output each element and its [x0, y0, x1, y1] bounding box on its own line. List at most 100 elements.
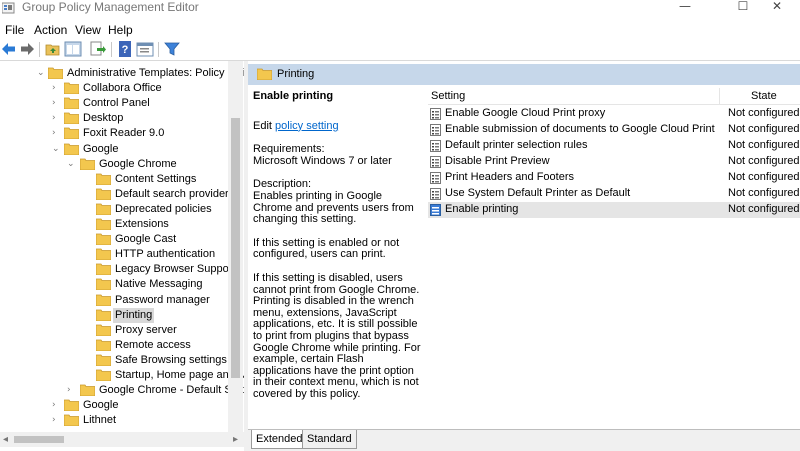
tree-item-label[interactable]: Lithnet	[81, 413, 118, 428]
tree-item[interactable]: Extensions	[0, 217, 240, 232]
expand-chevron-icon[interactable]: ›	[52, 96, 62, 111]
tree-item[interactable]: Google Cast	[0, 232, 240, 247]
expand-chevron-icon[interactable]: ›	[52, 413, 62, 428]
tree-item[interactable]: Default search provider	[0, 187, 240, 202]
tab-extended[interactable]: Extended	[251, 430, 308, 449]
minimize-button[interactable]: —	[662, 0, 708, 16]
tree-item[interactable]: Printing	[0, 307, 240, 323]
tree-item-label[interactable]: Google Chrome	[97, 157, 179, 172]
tree-item-label[interactable]: Legacy Browser Support	[113, 262, 237, 277]
folder-icon	[95, 173, 112, 186]
collapse-chevron-icon[interactable]: ⌄	[52, 142, 62, 157]
tree-item[interactable]: ⌄ Google Chrome	[0, 157, 240, 172]
expand-chevron-icon[interactable]: ›	[52, 111, 62, 126]
tree-item[interactable]: Password manager	[0, 293, 240, 308]
view-tabs: Extended Standard	[248, 429, 800, 451]
settings-list-row[interactable]: Default printer selection rules Not confi…	[428, 138, 800, 154]
folder-icon	[95, 218, 112, 231]
tree-item-label[interactable]: Deprecated policies	[113, 202, 214, 217]
column-separator[interactable]	[719, 88, 720, 105]
collapse-chevron-icon[interactable]: ⌄	[37, 66, 47, 81]
folder-icon	[63, 112, 80, 125]
tree-vertical-scroll-thumb[interactable]	[231, 118, 240, 378]
tree-item[interactable]: Remote access	[0, 338, 240, 353]
column-header-setting[interactable]: Setting	[431, 90, 465, 102]
tree-item[interactable]: Native Messaging	[0, 277, 240, 292]
tree-item[interactable]: Content Settings	[0, 172, 240, 187]
tree-item-label[interactable]: Safe Browsing settings	[113, 353, 229, 368]
tree-item[interactable]: ⌄ Administrative Templates: Policy defir	[0, 66, 244, 81]
tree-item-label[interactable]: Native Messaging	[113, 277, 204, 292]
tree-item[interactable]: Startup, Home page and N	[0, 368, 244, 383]
export-list-icon[interactable]	[89, 40, 107, 58]
tree-item[interactable]: › Collabora Office	[0, 81, 240, 96]
tree-item-label[interactable]: Google Cast	[113, 232, 178, 247]
expand-chevron-icon[interactable]: ›	[52, 81, 62, 96]
tree-item[interactable]: › Lithnet	[0, 413, 240, 428]
tree-item-label[interactable]: Remote access	[113, 338, 193, 353]
menu-file[interactable]: File	[5, 23, 24, 37]
folder-icon	[79, 384, 96, 397]
tree-item-label[interactable]: Printing	[113, 307, 155, 323]
menu-view[interactable]: View	[75, 23, 101, 37]
settings-list-row[interactable]: Print Headers and Footers Not configured	[428, 170, 800, 186]
tree-item-label[interactable]: Collabora Office	[81, 81, 164, 96]
menu-help[interactable]: Help	[108, 23, 133, 37]
close-button[interactable]: ✕	[754, 0, 800, 16]
navigation-tree[interactable]: ⌄ Administrative Templates: Policy defir ›…	[0, 61, 244, 433]
menu-action[interactable]: Action	[34, 23, 67, 37]
tree-item[interactable]: › Google	[0, 398, 240, 413]
help-icon[interactable]: ?	[116, 40, 134, 58]
tree-item[interactable]: ⌄ Google	[0, 142, 240, 157]
tree-item-label[interactable]: Desktop	[81, 111, 125, 126]
tree-item[interactable]: › Foxit Reader 9.0	[0, 126, 240, 141]
setting-state: Not configured	[728, 155, 800, 167]
tree-item-label[interactable]: Administrative Templates: Policy defir	[65, 66, 244, 81]
tree-item[interactable]: HTTP authentication	[0, 247, 240, 262]
tab-standard[interactable]: Standard	[302, 430, 357, 449]
policy-setting-icon	[430, 172, 441, 184]
settings-list-row[interactable]: Use System Default Printer as Default Not…	[428, 186, 800, 202]
tree-item-label[interactable]: HTTP authentication	[113, 247, 217, 262]
collapse-chevron-icon[interactable]: ⌄	[67, 157, 77, 172]
forward-icon[interactable]	[18, 40, 36, 58]
tree-item-label[interactable]: Extensions	[113, 217, 171, 232]
scroll-right-arrow-icon[interactable]: ▸	[233, 432, 238, 447]
up-folder-icon[interactable]	[44, 40, 62, 58]
tree-item-label[interactable]: Startup, Home page and N	[113, 368, 244, 383]
filter-icon[interactable]	[163, 40, 181, 58]
tree-horizontal-scroll-thumb[interactable]	[14, 436, 64, 443]
tree-item[interactable]: Proxy server	[0, 323, 240, 338]
tree-item[interactable]: › Google Chrome - Default Sett	[0, 383, 244, 398]
tree-item-label[interactable]: Proxy server	[113, 323, 179, 338]
policy-setting-icon	[430, 108, 441, 120]
settings-list-row[interactable]: Enable submission of documents to Google…	[428, 122, 800, 138]
settings-list-row[interactable]: Enable Google Cloud Print proxy Not confi…	[428, 106, 800, 122]
tree-item-label[interactable]: Google Chrome - Default Sett	[97, 383, 244, 398]
scroll-left-arrow-icon[interactable]: ◂	[3, 432, 8, 447]
settings-list-row[interactable]: Enable printing Not configured	[428, 202, 800, 218]
expand-chevron-icon[interactable]: ›	[67, 383, 77, 398]
tree-item-label[interactable]: Google	[81, 398, 120, 413]
column-header-state[interactable]: State	[751, 90, 777, 102]
show-hide-tree-icon[interactable]	[64, 40, 82, 58]
properties-icon[interactable]	[136, 40, 154, 58]
tree-item-label[interactable]: Foxit Reader 9.0	[81, 126, 166, 141]
tree-item-label[interactable]: Control Panel	[81, 96, 152, 111]
edit-policy-setting-link[interactable]: policy setting	[275, 120, 339, 132]
settings-list-row[interactable]: Disable Print Preview Not configured	[428, 154, 800, 170]
expand-chevron-icon[interactable]: ›	[52, 126, 62, 141]
tree-item-label[interactable]: Password manager	[113, 293, 212, 308]
tree-item-label[interactable]: Default search provider	[113, 187, 231, 202]
tree-item[interactable]: Legacy Browser Support	[0, 262, 240, 277]
tree-item-label[interactable]: Google	[81, 142, 120, 157]
tree-item[interactable]: Deprecated policies	[0, 202, 240, 217]
panel-header-title: Printing	[277, 68, 315, 80]
back-icon[interactable]	[0, 40, 18, 58]
expand-chevron-icon[interactable]: ›	[52, 398, 62, 413]
tree-item[interactable]: › Control Panel	[0, 96, 240, 111]
toolbar-separator	[39, 42, 40, 57]
tree-item[interactable]: Safe Browsing settings	[0, 353, 240, 368]
tree-item[interactable]: › Desktop	[0, 111, 240, 126]
tree-item-label[interactable]: Content Settings	[113, 172, 198, 187]
